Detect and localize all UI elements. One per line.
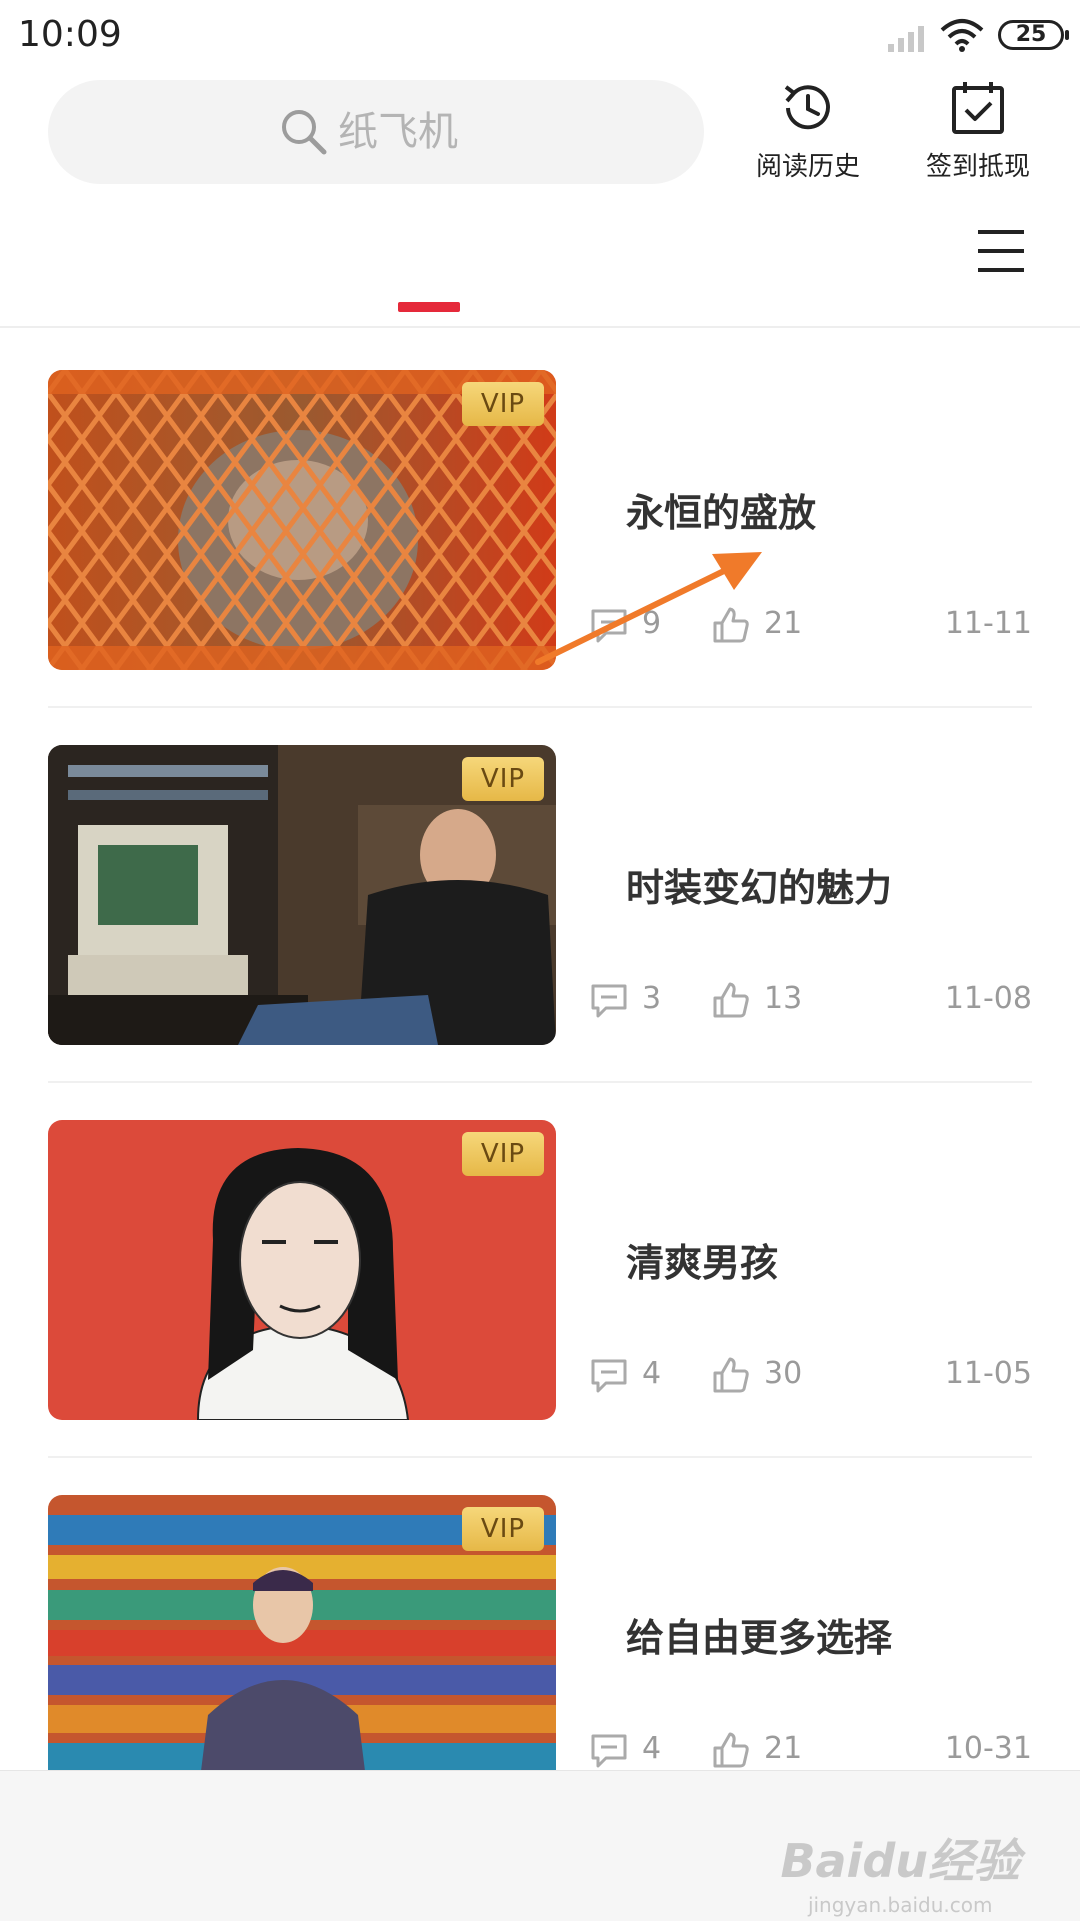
status-time: 10:09 (18, 14, 122, 55)
search-input[interactable]: 纸飞机 (48, 80, 704, 184)
reading-history-button[interactable]: 阅读历史 (738, 78, 878, 183)
tab-indicator (398, 302, 460, 312)
thumbs-up-icon[interactable] (712, 1356, 750, 1394)
history-clock-icon (784, 85, 830, 130)
article-title[interactable]: 时装变幻的魅力 (626, 857, 892, 912)
search-icon (282, 110, 327, 155)
article-card[interactable]: VIP 时装变幻的魅力 3 13 11-08 (48, 745, 1032, 1045)
watermark: Baidu经验 jingyan.baidu.com (780, 1825, 1020, 1917)
card-divider (48, 1081, 1032, 1083)
article-meta: 3 13 11-08 (590, 979, 1032, 1023)
annotation-arrow-icon (535, 552, 762, 665)
card-divider (48, 1456, 1032, 1458)
signal-icon (888, 26, 924, 52)
card-divider (48, 706, 1032, 708)
thumbs-up-icon[interactable] (712, 1731, 750, 1769)
vip-badge: VIP (462, 382, 544, 426)
article-title[interactable]: 清爽男孩 (626, 1232, 778, 1287)
article-date: 10-31 (944, 1731, 1032, 1766)
article-title[interactable]: 永恒的盛放 (626, 482, 816, 537)
article-title[interactable]: 给自由更多选择 (626, 1607, 892, 1662)
article-thumbnail[interactable]: VIP (48, 1120, 556, 1420)
vip-badge: VIP (462, 1507, 544, 1551)
article-card[interactable]: VIP 给自由更多选择 4 21 10-31 (48, 1495, 1032, 1795)
like-count: 21 (764, 1731, 803, 1766)
calendar-check-icon (952, 82, 1004, 134)
checkin-label: 签到抵现 (925, 152, 1030, 182)
vip-badge: VIP (462, 757, 544, 801)
comment-icon[interactable] (590, 1358, 628, 1394)
comment-count: 4 (642, 1356, 662, 1391)
article-thumbnail[interactable]: VIP (48, 370, 556, 670)
battery-indicator: 25 (998, 20, 1069, 50)
like-count: 13 (764, 981, 803, 1016)
article-meta: 4 21 10-31 (590, 1729, 1032, 1773)
status-bar: 10:09 25 (0, 0, 1080, 72)
reading-history-label: 阅读历史 (755, 152, 860, 182)
article-date: 11-08 (944, 981, 1032, 1016)
article-thumbnail[interactable]: VIP (48, 745, 556, 1045)
watermark-url: jingyan.baidu.com (807, 1893, 993, 1917)
comment-icon[interactable] (590, 983, 628, 1019)
checkin-button[interactable]: 签到抵现 (908, 78, 1048, 183)
thumbs-up-icon[interactable] (712, 981, 750, 1019)
menu-icon[interactable] (978, 228, 1026, 274)
article-thumbnail[interactable]: VIP (48, 1495, 556, 1795)
article-date: 11-11 (944, 606, 1032, 641)
header-divider (0, 326, 1080, 328)
bottom-bar: Baidu经验 jingyan.baidu.com (0, 1770, 1080, 1921)
article-meta: 4 30 11-05 (590, 1354, 1032, 1398)
article-date: 11-05 (944, 1356, 1032, 1391)
comment-icon[interactable] (590, 1733, 628, 1769)
vip-badge: VIP (462, 1132, 544, 1176)
article-card[interactable]: VIP 清爽男孩 4 30 11-05 (48, 1120, 1032, 1420)
watermark-brand: Baidu经验 (780, 1834, 1020, 1888)
comment-count: 4 (642, 1731, 662, 1766)
wifi-icon (940, 19, 984, 52)
comment-count: 3 (642, 981, 662, 1016)
search-placeholder: 纸飞机 (338, 109, 458, 155)
like-count: 30 (764, 1356, 803, 1391)
